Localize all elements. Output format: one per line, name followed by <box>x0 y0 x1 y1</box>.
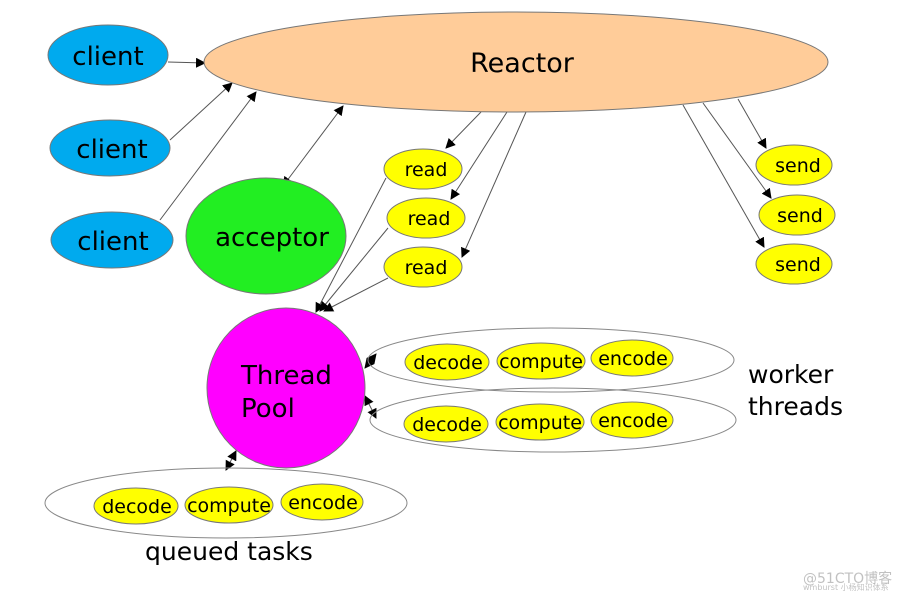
acceptor-node: acceptor <box>185 177 347 295</box>
reactor-node: Reactor <box>203 11 829 113</box>
task-encode-label: encode <box>598 410 668 432</box>
queued-tasks-label: queued tasks <box>145 537 313 566</box>
client-label: client <box>77 227 148 257</box>
arrow-reactor-send-2 <box>702 102 772 199</box>
task-encode-label: encode <box>288 492 358 514</box>
read-node-1: read <box>383 148 463 190</box>
client-label: client <box>72 42 143 72</box>
task-compute-label: compute <box>499 351 583 373</box>
worker-threads-label-line2: threads <box>748 392 843 421</box>
arrow-reactor-send-3 <box>682 104 765 248</box>
worker-threads-label-line1: worker <box>748 360 834 389</box>
arrow-reactor-read-1 <box>445 111 482 149</box>
watermark-line2: wmburst 小杨知识体系 <box>803 582 889 592</box>
reactor-label: Reactor <box>470 48 575 79</box>
send-node-1: send <box>755 144 833 186</box>
task-decode-label: decode <box>102 496 172 518</box>
arrow-client-1-reactor <box>167 57 206 68</box>
task-compute-label: compute <box>498 412 582 434</box>
client-node-3: client <box>50 211 174 269</box>
thread-pool-label-line1: Thread <box>240 361 332 391</box>
send-node-3: send <box>755 243 833 285</box>
client-node-1: client <box>47 24 169 86</box>
reactor-diagram: Reactor client client client acceptor re… <box>44 11 892 592</box>
client-label: client <box>76 135 147 165</box>
arrow-reactor-read-3 <box>461 111 527 258</box>
thread-pool-node: Thread Pool <box>206 307 366 469</box>
send-label: send <box>775 254 821 276</box>
arrow-pool-queue <box>225 450 237 471</box>
arrow-reactor-read-2 <box>450 111 508 200</box>
acceptor-label: acceptor <box>215 223 329 253</box>
send-node-2: send <box>758 194 836 236</box>
arrow-reactor-send-1 <box>737 98 767 149</box>
worker-row-1: decode compute encode <box>367 327 735 393</box>
read-node-3: read <box>383 246 463 288</box>
task-encode-label: encode <box>598 348 668 370</box>
task-compute-label: compute <box>187 495 271 517</box>
task-decode-label: decode <box>412 414 482 436</box>
read-node-2: read <box>386 197 466 239</box>
read-label: read <box>405 159 448 181</box>
send-label: send <box>775 155 821 177</box>
read-label: read <box>405 257 448 279</box>
worker-row-2: decode compute encode <box>369 387 737 453</box>
queued-tasks-group: decode compute encode <box>44 467 408 539</box>
task-decode-label: decode <box>413 352 483 374</box>
thread-pool-label-line2: Pool <box>241 394 295 424</box>
client-node-2: client <box>49 119 171 177</box>
read-label: read <box>408 208 451 230</box>
send-label: send <box>777 205 823 227</box>
arrow-acceptor-reactor <box>282 105 344 187</box>
arrow-client-2-reactor <box>169 82 233 141</box>
arrow-pool-worker-2 <box>364 395 377 419</box>
